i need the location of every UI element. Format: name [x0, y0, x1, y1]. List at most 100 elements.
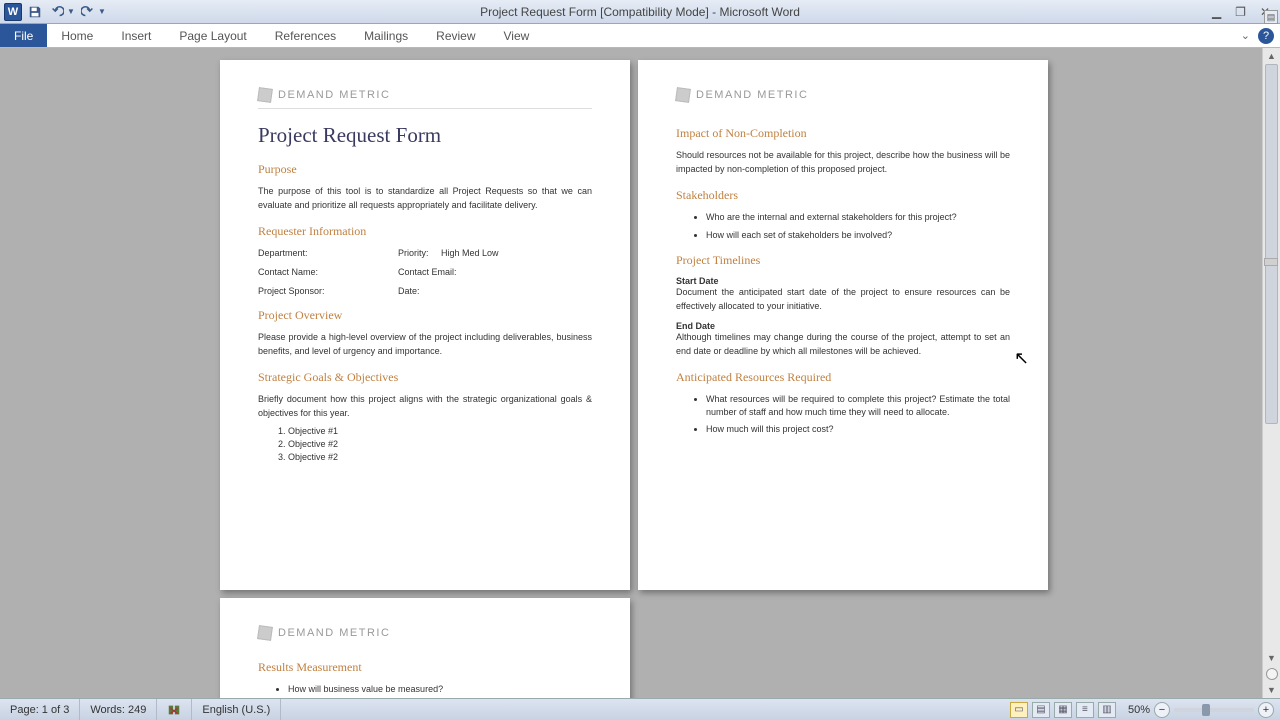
results-list: How will business value be measured?: [288, 683, 592, 696]
undo-icon[interactable]: [48, 3, 66, 21]
tab-page-layout[interactable]: Page Layout: [165, 24, 260, 47]
value-priority: High Med Low: [441, 248, 499, 258]
list-item: How much will this project cost?: [706, 423, 1010, 436]
tab-mailings[interactable]: Mailings: [350, 24, 422, 47]
brand-text: DEMAND METRIC: [696, 89, 808, 101]
browse-object-icon[interactable]: [1266, 668, 1278, 680]
list-item: How will each set of stakeholders be inv…: [706, 229, 1010, 242]
quick-access-toolbar: W ▼ ▼: [0, 3, 106, 21]
tab-home[interactable]: Home: [47, 24, 107, 47]
tab-references[interactable]: References: [261, 24, 350, 47]
status-words[interactable]: Words: 249: [80, 699, 157, 720]
minimize-icon[interactable]: ▁: [1212, 5, 1221, 19]
resources-list: What resources will be required to compl…: [706, 393, 1010, 436]
heading-stakeholders: Stakeholders: [676, 188, 1010, 203]
view-outline-icon[interactable]: ≡: [1076, 702, 1094, 718]
text-end-date: Although timelines may change during the…: [676, 331, 1010, 358]
page-1: DEMAND METRIC Project Request Form Purpo…: [220, 60, 630, 590]
page-3: DEMAND METRIC Results Measurement How wi…: [220, 598, 630, 698]
brand-header: DEMAND METRIC: [258, 626, 592, 640]
zoom-out-button[interactable]: −: [1154, 702, 1170, 718]
doc-title: Project Request Form: [258, 123, 592, 148]
redo-icon[interactable]: [79, 3, 97, 21]
label-priority: Priority:: [398, 248, 429, 258]
text-start-date: Document the anticipated start date of t…: [676, 286, 1010, 313]
row-contact: Contact Name: Contact Email:: [258, 267, 592, 277]
zoom-controls: 50% − +: [1128, 702, 1274, 718]
objectives-list: Objective #1 Objective #2 Objective #2: [288, 426, 592, 462]
list-item: Who are the internal and external stakeh…: [706, 211, 1010, 224]
brand-text: DEMAND METRIC: [278, 627, 390, 639]
heading-purpose: Purpose: [258, 162, 592, 177]
label-sponsor: Project Sponsor:: [258, 286, 398, 296]
page-2: DEMAND METRIC Impact of Non-Completion S…: [638, 60, 1048, 590]
label-contact-name: Contact Name:: [258, 267, 398, 277]
undo-dropdown-icon[interactable]: ▼: [67, 3, 75, 21]
scroll-thumb[interactable]: [1265, 64, 1278, 424]
view-full-screen-icon[interactable]: ▤: [1032, 702, 1050, 718]
heading-resources: Anticipated Resources Required: [676, 370, 1010, 385]
title-bar: W ▼ ▼ Project Request Form [Compatibilit…: [0, 0, 1280, 24]
heading-impact: Impact of Non-Completion: [676, 126, 1010, 141]
scroll-track[interactable]: [1265, 64, 1278, 650]
window-title: Project Request Form [Compatibility Mode…: [480, 5, 800, 19]
zoom-in-button[interactable]: +: [1258, 702, 1274, 718]
status-language[interactable]: English (U.S.): [192, 699, 281, 720]
zoom-level[interactable]: 50%: [1128, 704, 1150, 716]
scroll-down-icon[interactable]: ▼: [1263, 650, 1280, 666]
status-bar: Page: 1 of 3 Words: 249 English (U.S.) ▭…: [0, 698, 1280, 720]
brand-text: DEMAND METRIC: [278, 89, 390, 101]
label-start-date: Start Date: [676, 276, 1010, 286]
view-web-layout-icon[interactable]: ▦: [1054, 702, 1072, 718]
restore-icon[interactable]: ❐: [1235, 5, 1246, 19]
zoom-slider-knob[interactable]: [1202, 704, 1210, 716]
heading-requester: Requester Information: [258, 224, 592, 239]
stakeholders-list: Who are the internal and external stakeh…: [706, 211, 1010, 241]
text-purpose: The purpose of this tool is to standardi…: [258, 185, 592, 212]
brand-logo-icon: [257, 625, 273, 641]
zoom-slider[interactable]: [1174, 708, 1254, 712]
save-icon[interactable]: [26, 3, 44, 21]
next-page-icon[interactable]: ▼: [1263, 682, 1280, 698]
text-overview: Please provide a high-level overview of …: [258, 331, 592, 358]
tab-view[interactable]: View: [490, 24, 544, 47]
heading-goals: Strategic Goals & Objectives: [258, 370, 592, 385]
brand-logo-icon: [257, 87, 273, 103]
label-end-date: End Date: [676, 321, 1010, 331]
label-contact-email: Contact Email:: [398, 267, 592, 277]
view-draft-icon[interactable]: ▥: [1098, 702, 1116, 718]
view-print-layout-icon[interactable]: ▭: [1010, 702, 1028, 718]
list-item: Objective #2: [288, 439, 592, 449]
brand-header: DEMAND METRIC: [676, 88, 1010, 102]
text-goals: Briefly document how this project aligns…: [258, 393, 592, 420]
row-sponsor: Project Sponsor: Date:: [258, 286, 592, 296]
tab-insert[interactable]: Insert: [107, 24, 165, 47]
list-item: Objective #1: [288, 426, 592, 436]
heading-timelines: Project Timelines: [676, 253, 1010, 268]
qat-dropdown-icon[interactable]: ▼: [98, 3, 106, 21]
file-tab[interactable]: File: [0, 24, 47, 47]
label-date: Date:: [398, 286, 592, 296]
help-icon[interactable]: ?: [1258, 28, 1274, 44]
status-page[interactable]: Page: 1 of 3: [0, 699, 80, 720]
list-item: Objective #2: [288, 452, 592, 462]
status-proofing[interactable]: [157, 699, 192, 720]
brand-header: DEMAND METRIC: [258, 88, 592, 109]
scroll-up-icon[interactable]: ▲: [1263, 48, 1280, 64]
row-department: Department: Priority: High Med Low: [258, 248, 592, 258]
word-icon[interactable]: W: [4, 3, 22, 21]
ribbon: File Home Insert Page Layout References …: [0, 24, 1280, 48]
text-impact: Should resources not be available for th…: [676, 149, 1010, 176]
ribbon-collapse-icon[interactable]: ⌄: [1241, 29, 1250, 42]
vertical-scrollbar[interactable]: ▤ ▲ ▼ ▼: [1262, 48, 1280, 698]
brand-logo-icon: [675, 87, 691, 103]
heading-overview: Project Overview: [258, 308, 592, 323]
split-handle-icon[interactable]: [1264, 258, 1278, 266]
proofing-icon: [167, 703, 181, 717]
label-department: Department:: [258, 248, 398, 258]
document-area[interactable]: DEMAND METRIC Project Request Form Purpo…: [0, 48, 1262, 698]
ruler-toggle-icon[interactable]: ▤: [1264, 10, 1278, 24]
tab-review[interactable]: Review: [422, 24, 489, 47]
list-item: What resources will be required to compl…: [706, 393, 1010, 418]
heading-results: Results Measurement: [258, 660, 592, 675]
